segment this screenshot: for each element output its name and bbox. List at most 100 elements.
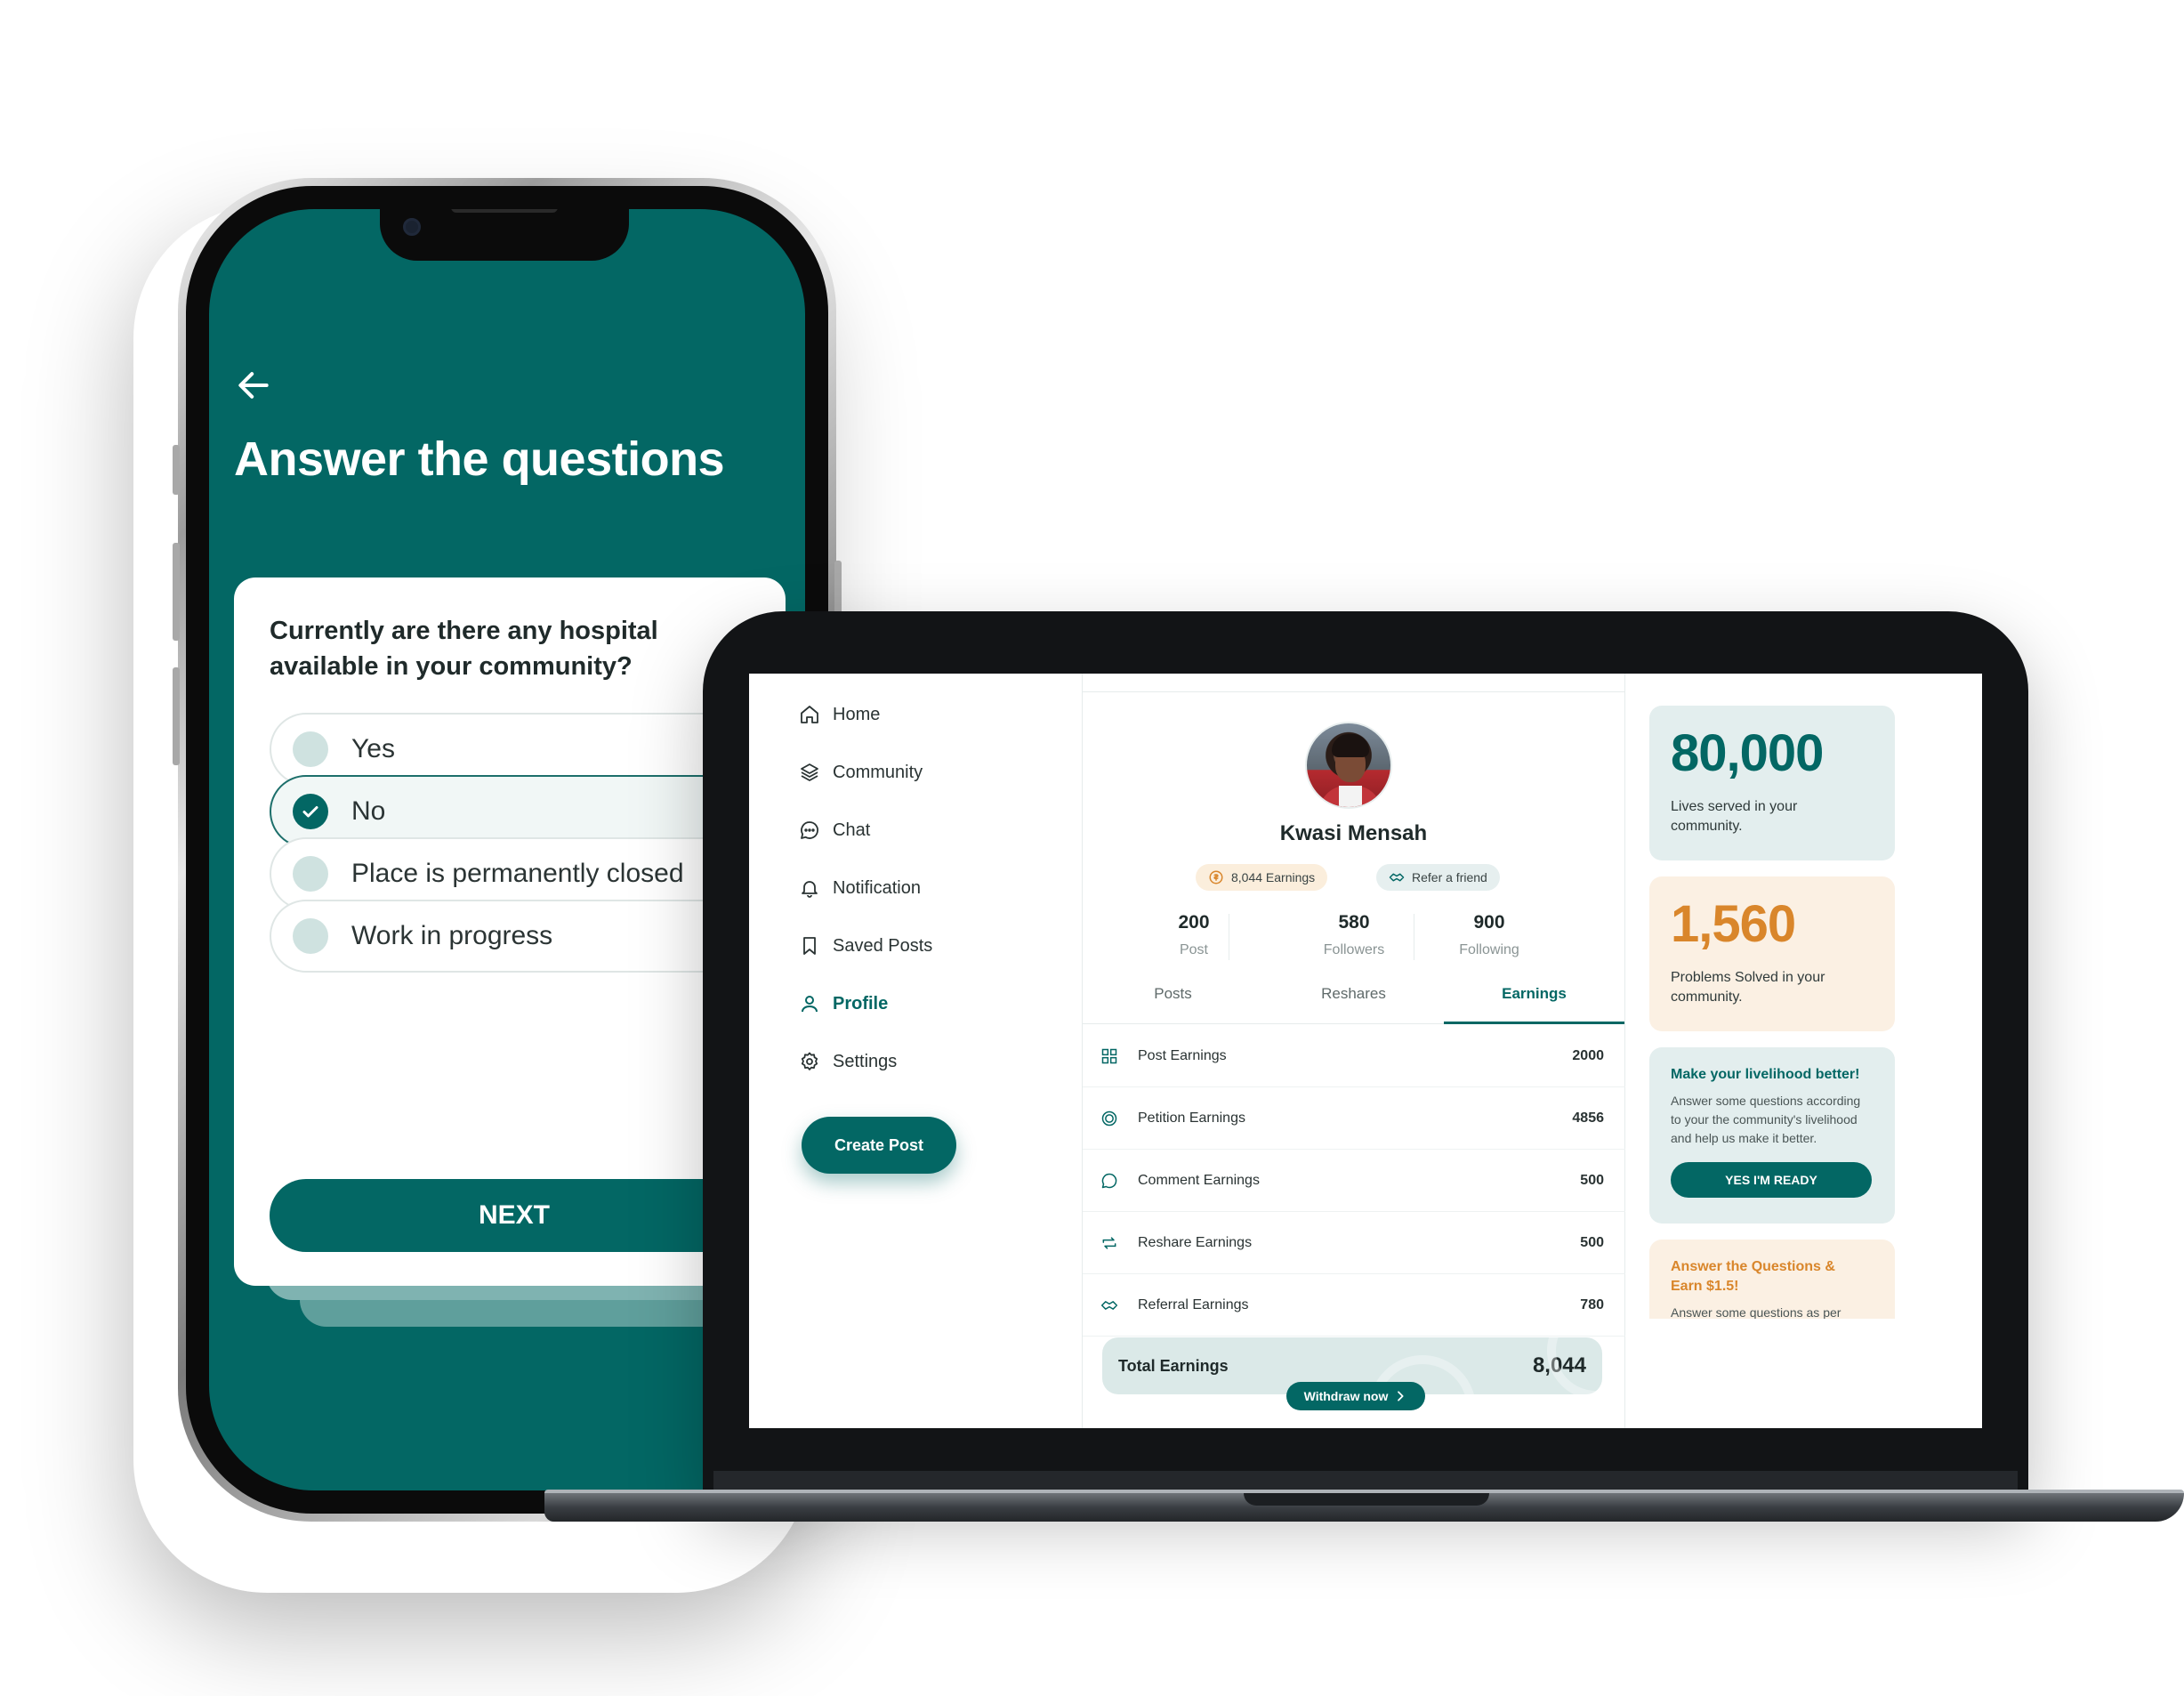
earnings-label: Post Earnings <box>1138 1047 1227 1063</box>
problems-solved-value: 1,560 <box>1671 895 1796 953</box>
page-title: Answer the questions <box>234 432 725 486</box>
layers-icon <box>801 763 818 781</box>
yes-im-ready-button[interactable]: YES I'M READY <box>1671 1162 1872 1198</box>
total-earnings-label: Total Earnings <box>1118 1356 1229 1375</box>
tab-earnings[interactable]: Earnings <box>1444 981 1624 1024</box>
sidebar-item-chat[interactable]: Chat <box>799 820 870 841</box>
promo-title: Answer the Questions & Earn $1.5! <box>1671 1259 1835 1294</box>
phone-notch <box>380 209 629 261</box>
sidebar-item-settings[interactable]: Settings <box>799 1051 897 1072</box>
sidebar-item-label: Saved Posts <box>833 935 933 956</box>
bookmark-icon <box>803 937 816 955</box>
problems-solved-desc: Problems Solved in your community. <box>1671 970 1825 1005</box>
livelihood-promo-card: Make your livelihood better! Answer some… <box>1649 1047 1895 1224</box>
sidebar-item-label: Chat <box>833 820 871 840</box>
earnings-badge-label: 8,044 Earnings <box>1231 870 1316 884</box>
option-label: Place is permanently closed <box>351 859 684 888</box>
lives-served-value: 80,000 <box>1671 724 1824 782</box>
stat-label: Following <box>1459 942 1519 957</box>
problems-solved-card: 1,560 Problems Solved in your community. <box>1649 876 1895 1031</box>
comment-icon <box>1101 1173 1117 1188</box>
phone-mute-switch <box>173 445 180 495</box>
radio-unchecked-icon[interactable] <box>293 918 328 954</box>
earnings-value: 780 <box>1580 1296 1604 1312</box>
speaker <box>451 209 558 213</box>
earnings-value: 2000 <box>1572 1047 1604 1063</box>
chat-icon <box>801 821 818 839</box>
right-column-fade <box>1639 1319 1906 1428</box>
stat-label: Followers <box>1323 942 1385 957</box>
coin-icon <box>1209 870 1223 884</box>
laptop-base-notch <box>1244 1493 1489 1506</box>
stat-value: 200 <box>1178 912 1210 933</box>
earnings-label: Comment Earnings <box>1138 1172 1260 1188</box>
target-icon <box>1101 1110 1117 1126</box>
sidebar: Home Community Chat Notification Saved P… <box>749 674 1083 1428</box>
grid-icon <box>1101 1048 1117 1063</box>
phone-volume-down <box>173 667 180 765</box>
bell-icon <box>802 881 818 898</box>
promo-text: Answer some questions according to your … <box>1671 1094 1861 1145</box>
stat-posts: 200 Post <box>1132 912 1256 958</box>
lives-served-card: 80,000 Lives served in your community. <box>1649 706 1895 860</box>
profile-panel: Kwasi Mensah 8,044 Earnings Refer a frie… <box>1083 674 1625 1428</box>
earnings-value: 4856 <box>1572 1110 1604 1126</box>
refer-friend-label: Refer a friend <box>1412 870 1487 884</box>
sidebar-item-home[interactable]: Home <box>799 704 880 725</box>
radio-unchecked-icon[interactable] <box>293 856 328 892</box>
check-circle-icon[interactable] <box>293 794 328 829</box>
question-text: Currently are there any hospital availab… <box>270 617 658 681</box>
stat-value: 900 <box>1473 912 1505 933</box>
earnings-row-petition[interactable]: Petition Earnings 4856 <box>1083 1087 1625 1150</box>
earnings-label: Petition Earnings <box>1138 1110 1245 1126</box>
home-icon <box>801 706 818 723</box>
radio-unchecked-icon[interactable] <box>293 731 328 767</box>
earnings-row-comment[interactable]: Comment Earnings 500 <box>1083 1150 1625 1212</box>
earnings-badge[interactable]: 8,044 Earnings <box>1196 864 1328 891</box>
earnings-value: 500 <box>1580 1172 1604 1188</box>
earnings-value: 500 <box>1580 1234 1604 1250</box>
decorative-circle <box>1547 1337 1602 1394</box>
option-label: Yes <box>351 734 395 763</box>
camera-icon <box>403 218 421 236</box>
sidebar-item-profile[interactable]: Profile <box>799 993 888 1014</box>
divider <box>1083 691 1624 692</box>
chevron-right-icon <box>1398 1391 1404 1401</box>
handshake-icon <box>1100 1300 1118 1310</box>
arrow-left-icon[interactable] <box>234 366 273 405</box>
earnings-row-post[interactable]: Post Earnings 2000 <box>1083 1025 1625 1087</box>
promo-title: Make your livelihood better! <box>1671 1067 1860 1082</box>
tab-posts[interactable]: Posts <box>1083 981 1263 1024</box>
avatar-hair <box>1332 734 1369 757</box>
avatar <box>1305 722 1392 809</box>
sidebar-item-label: Home <box>833 704 881 724</box>
earnings-row-reshare[interactable]: Reshare Earnings 500 <box>1083 1212 1625 1274</box>
earnings-label: Reshare Earnings <box>1138 1234 1253 1250</box>
avatar-tee <box>1339 786 1362 807</box>
sidebar-item-saved-posts[interactable]: Saved Posts <box>799 935 932 957</box>
handshake-icon <box>1389 873 1405 882</box>
sidebar-item-community[interactable]: Community <box>799 762 923 783</box>
profile-tabs: Posts Reshares Earnings <box>1083 981 1624 1024</box>
phone-volume-up <box>173 543 180 641</box>
earnings-label: Referral Earnings <box>1138 1296 1249 1312</box>
sidebar-item-label: Community <box>833 762 923 782</box>
create-post-button[interactable]: Create Post <box>802 1117 956 1174</box>
repeat-icon <box>1102 1236 1116 1249</box>
sidebar-item-label: Notification <box>833 877 921 898</box>
option-label: Work in progress <box>351 921 553 950</box>
withdraw-button[interactable]: Withdraw now <box>1286 1382 1425 1410</box>
earnings-row-referral[interactable]: Referral Earnings 780 <box>1083 1274 1625 1337</box>
stat-following[interactable]: 900 Following <box>1427 912 1551 958</box>
laptop-frame: Home Community Chat Notification Saved P… <box>703 611 2028 1498</box>
stat-value: 580 <box>1338 912 1370 933</box>
stat-followers[interactable]: 580 Followers <box>1292 912 1416 958</box>
sidebar-item-label: Settings <box>833 1051 898 1071</box>
tab-reshares[interactable]: Reshares <box>1263 981 1444 1024</box>
user-icon <box>802 996 818 1013</box>
laptop-screen: Home Community Chat Notification Saved P… <box>749 674 1982 1428</box>
option-label: No <box>351 796 386 826</box>
withdraw-label: Withdraw now <box>1303 1389 1389 1403</box>
refer-friend-button[interactable]: Refer a friend <box>1376 864 1500 891</box>
sidebar-item-notification[interactable]: Notification <box>799 877 921 899</box>
